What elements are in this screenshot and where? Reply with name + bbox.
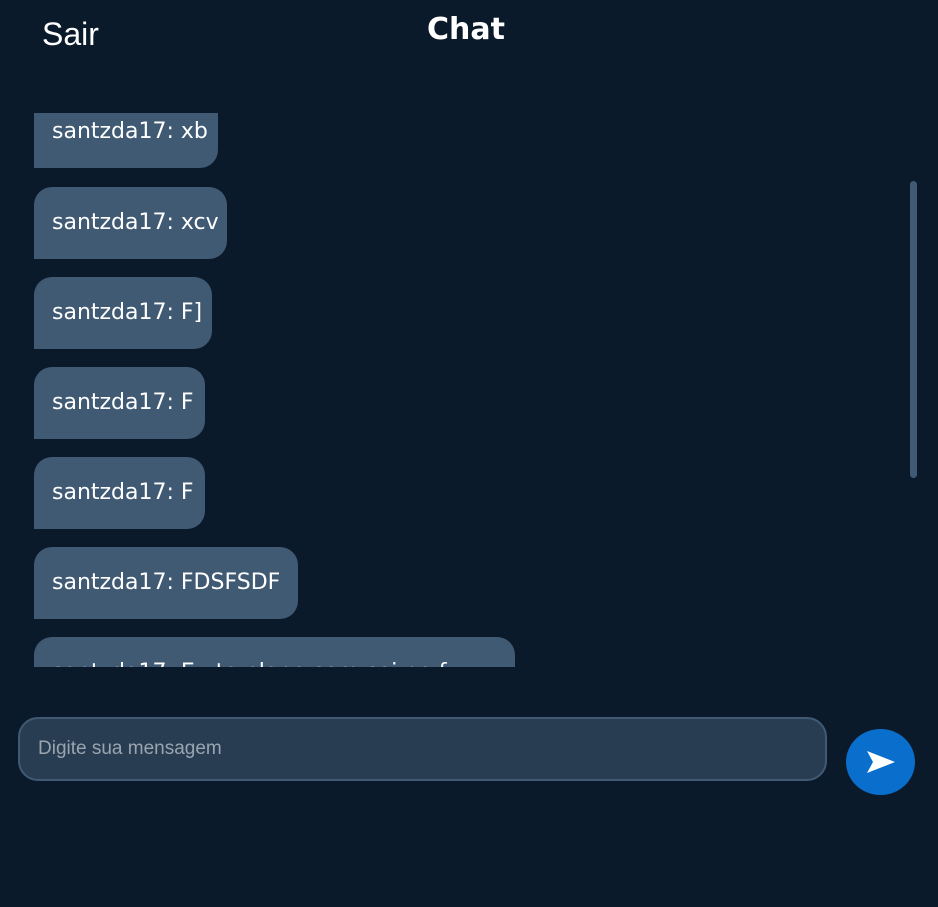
message-bubble: santzda17: Eu to plano sem sei ne f... bbox=[34, 637, 515, 667]
message-bubble: santzda17: xb bbox=[34, 113, 218, 168]
message-list-scrollbar[interactable] bbox=[910, 181, 917, 478]
message-bubble: santzda17: F] bbox=[34, 277, 212, 349]
message-bubble: santzda17: F bbox=[34, 457, 205, 529]
message-input-container bbox=[18, 717, 827, 781]
message-bubble: santzda17: FDSFSDF bbox=[34, 547, 298, 619]
chat-app: Sair Chat santzda17: xb santzda17: xcv s… bbox=[0, 0, 938, 907]
send-arrow-icon bbox=[866, 751, 895, 773]
message-bubble: santzda17: xcv bbox=[34, 187, 227, 259]
send-button[interactable] bbox=[846, 729, 915, 795]
message-list[interactable]: santzda17: xb santzda17: xcv santzda17: … bbox=[0, 113, 938, 667]
message-input[interactable] bbox=[20, 719, 825, 779]
message-bubble: santzda17: F bbox=[34, 367, 205, 439]
page-title: Chat bbox=[427, 12, 505, 47]
